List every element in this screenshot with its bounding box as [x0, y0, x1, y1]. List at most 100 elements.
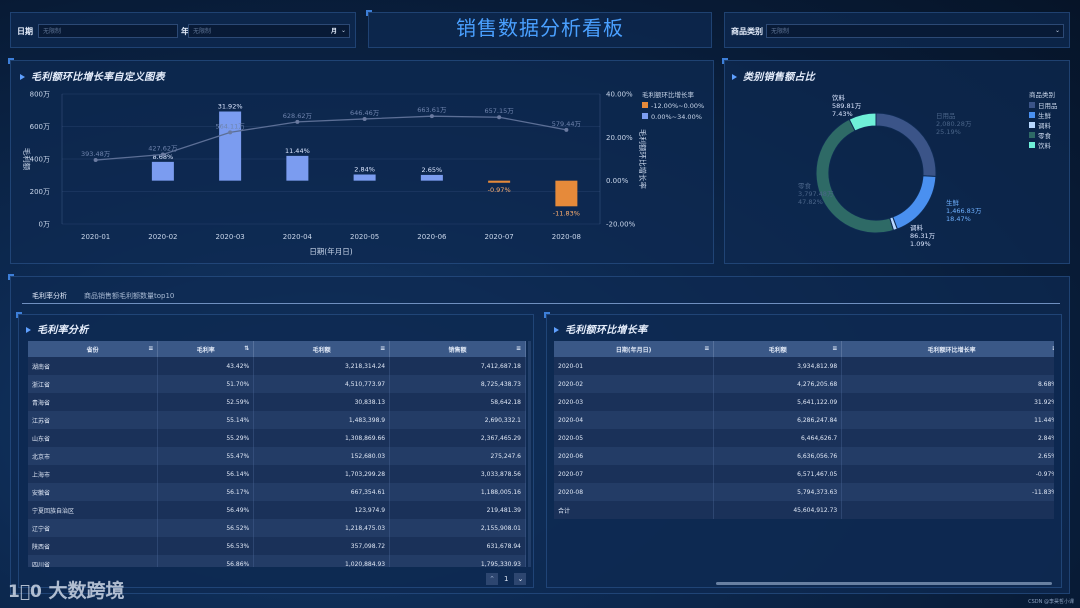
date-end-input[interactable]: 无限制 月 ⌄ — [188, 24, 350, 38]
column-header[interactable]: 省份 ≡ — [28, 341, 159, 357]
table-cell: 5,641,122.09 — [713, 393, 843, 411]
date-start-input[interactable]: 无限制 — [38, 24, 178, 38]
tab-underline — [22, 303, 1060, 304]
table-cell: 四川省 — [28, 555, 159, 567]
table-cell: 2.65% — [841, 447, 1054, 465]
slice-name-label: 生鲜 — [946, 198, 960, 207]
table-row[interactable]: 江苏省 55.14% 1,483,398.9 2,690,332.1 — [28, 411, 526, 429]
table-row[interactable]: 2020-024,276,205.688.68% — [554, 375, 1054, 393]
column-header[interactable]: 日期(年月日) ≡ — [554, 341, 715, 357]
table-cell: 123,974.9 — [253, 501, 391, 519]
column-header[interactable]: 毛利率 ⇅ — [157, 341, 255, 357]
page-number[interactable]: 1 — [500, 575, 512, 583]
table-row[interactable]: 四川省 56.86% 1,020,884.93 1,795,330.93 — [28, 555, 526, 567]
table-cell: 辽宁省 — [28, 519, 159, 537]
horizontal-scrollbar[interactable] — [716, 582, 1052, 585]
legend-swatch — [1029, 112, 1035, 118]
table-row[interactable]: 2020-085,794,373.63-11.83% — [554, 483, 1054, 501]
line-data-label: 646.46万 — [350, 109, 380, 117]
table-cell: 55.29% — [157, 429, 255, 447]
table-row[interactable]: 浙江省 51.70% 4,510,773.97 8,725,438.73 — [28, 375, 526, 393]
legend-label: 0.00%~34.00% — [651, 113, 702, 121]
total-row[interactable]: 合计 45,604,912.73 — [554, 501, 1054, 519]
table-cell: 6,636,056.76 — [713, 447, 843, 465]
table-row[interactable]: 2020-066,636,056.762.65% — [554, 447, 1054, 465]
category-select[interactable]: 无限制 ⌄ — [766, 24, 1064, 38]
margin-table-wrap[interactable]: 省份 ≡ 毛利率 ⇅ 毛利额 ≡ 销售额 ≡ 湖南省 43.42% 3,218,314.24 7,41… — [28, 341, 526, 567]
table-row[interactable]: 陕西省 56.53% 357,098.72 631,678.94 — [28, 537, 526, 555]
bar-data-label: 2.65% — [422, 166, 443, 174]
sort-icon[interactable]: ≡ — [148, 345, 153, 352]
corner-ornament — [8, 58, 14, 64]
line-data-label: 663.61万 — [417, 106, 447, 114]
line-data-label: 628.62万 — [283, 112, 313, 120]
table-cell: 1,308,869.66 — [253, 429, 391, 447]
legend-label: 调料 — [1038, 121, 1052, 130]
table-row[interactable]: 宁夏回族自治区 56.49% 123,974.9 219,481.39 — [28, 501, 526, 519]
chevron-down-icon[interactable]: ⌄ — [1055, 26, 1060, 35]
column-header[interactable]: 毛利额 ≡ — [713, 341, 843, 357]
table-row[interactable]: 青海省 52.59% 30,838.13 58,642.18 — [28, 393, 526, 411]
table-cell: 51.70% — [157, 375, 255, 393]
table-cell — [841, 501, 1054, 519]
growth-table-wrap[interactable]: 日期(年月日)≡毛利额≡毛利额环比增长率≡2020-013,934,812.98… — [554, 341, 1054, 521]
sort-icon[interactable]: ≡ — [380, 345, 385, 352]
sort-icon[interactable]: ≡ — [704, 345, 709, 352]
line-point — [564, 127, 569, 132]
table-cell: 52.59% — [157, 393, 255, 411]
page-prev-button[interactable]: ⌃ — [486, 573, 498, 585]
tab-margin-analysis[interactable]: 毛利率分析 — [32, 291, 67, 301]
table-row[interactable]: 湖南省 43.42% 3,218,314.24 7,412,687.18 — [28, 357, 526, 375]
table-cell: 1,020,884.93 — [253, 555, 391, 567]
slice-pct-label: 7.43% — [832, 110, 853, 118]
bar — [420, 174, 443, 181]
table-row[interactable]: 2020-035,641,122.0931.92% — [554, 393, 1054, 411]
donut-slice — [892, 175, 937, 230]
slice-name-label: 饮料 — [832, 93, 846, 102]
credit-text: CSDN @李昊哲小课 — [1028, 599, 1074, 605]
slice-pct-label: 18.47% — [946, 215, 971, 223]
sort-icon[interactable]: ≡ — [1052, 345, 1054, 352]
x-tick-label: 2020-02 — [148, 233, 177, 241]
column-header[interactable]: 毛利额 ≡ — [253, 341, 391, 357]
page-next-button[interactable]: ⌄ — [514, 573, 527, 585]
table-cell: 56.14% — [157, 465, 255, 483]
sort-asc-icon[interactable]: ⇅ — [244, 345, 249, 352]
table-row[interactable]: 安徽省 56.17% 667,354.61 1,188,005.16 — [28, 483, 526, 501]
table-row[interactable]: 山东省 55.29% 1,308,869.66 2,367,465.29 — [28, 429, 526, 447]
table-cell: 宁夏回族自治区 — [28, 501, 159, 519]
table-cell: 2020-04 — [554, 411, 715, 429]
margin-table: 省份 ≡ 毛利率 ⇅ 毛利额 ≡ 销售额 ≡ 湖南省 43.42% 3,218,314.24 7,41… — [28, 341, 526, 567]
line-data-label: 579.44万 — [552, 120, 582, 128]
scrollbar-track[interactable] — [528, 341, 531, 567]
table-row[interactable]: 上海市 56.14% 1,703,299.28 3,033,878.56 — [28, 465, 526, 483]
y2-tick-label: 0.00% — [606, 177, 629, 185]
sort-icon[interactable]: ≡ — [516, 345, 521, 352]
column-header[interactable]: 销售额 ≡ — [389, 341, 526, 357]
x-tick-label: 2020-07 — [485, 233, 514, 241]
table-cell: 安徽省 — [28, 483, 159, 501]
table-row[interactable]: 辽宁省 56.52% 1,218,475.03 2,155,908.01 — [28, 519, 526, 537]
slice-value-label: 1,466.83万 — [946, 207, 982, 215]
legend-label: 生鲜 — [1038, 111, 1052, 120]
chevron-down-icon[interactable]: ⌄ — [341, 26, 346, 35]
table-cell: 青海省 — [28, 393, 159, 411]
slice-value-label: 2,080.28万 — [936, 120, 972, 128]
y2-tick-label: -20.00% — [606, 221, 636, 229]
table-row[interactable]: 2020-056,464,626.72.84% — [554, 429, 1054, 447]
y-tick-label: 800万 — [30, 91, 50, 99]
table-cell: 2.84% — [841, 429, 1054, 447]
table-row[interactable]: 北京市 55.47% 152,680.03 275,247.6 — [28, 447, 526, 465]
y2-tick-label: 40.00% — [606, 91, 633, 99]
tab-top10[interactable]: 商品销售额毛利额数量top10 — [84, 291, 174, 301]
table-row[interactable]: 2020-01 3,934,812.98 — [554, 357, 1054, 375]
brand-mark-icon: 1⃝0 — [8, 582, 42, 602]
bar-data-label: 11.44% — [285, 147, 310, 155]
table-row[interactable]: 2020-076,571,467.05-0.97% — [554, 465, 1054, 483]
bar-data-label: -0.97% — [488, 186, 511, 194]
column-header[interactable]: 毛利额环比增长率≡ — [841, 341, 1054, 357]
table-cell: 1,795,330.93 — [389, 555, 526, 567]
sort-icon[interactable]: ≡ — [832, 345, 837, 352]
x-tick-label: 2020-08 — [552, 233, 581, 241]
table-row[interactable]: 2020-046,286,247.8411.44% — [554, 411, 1054, 429]
